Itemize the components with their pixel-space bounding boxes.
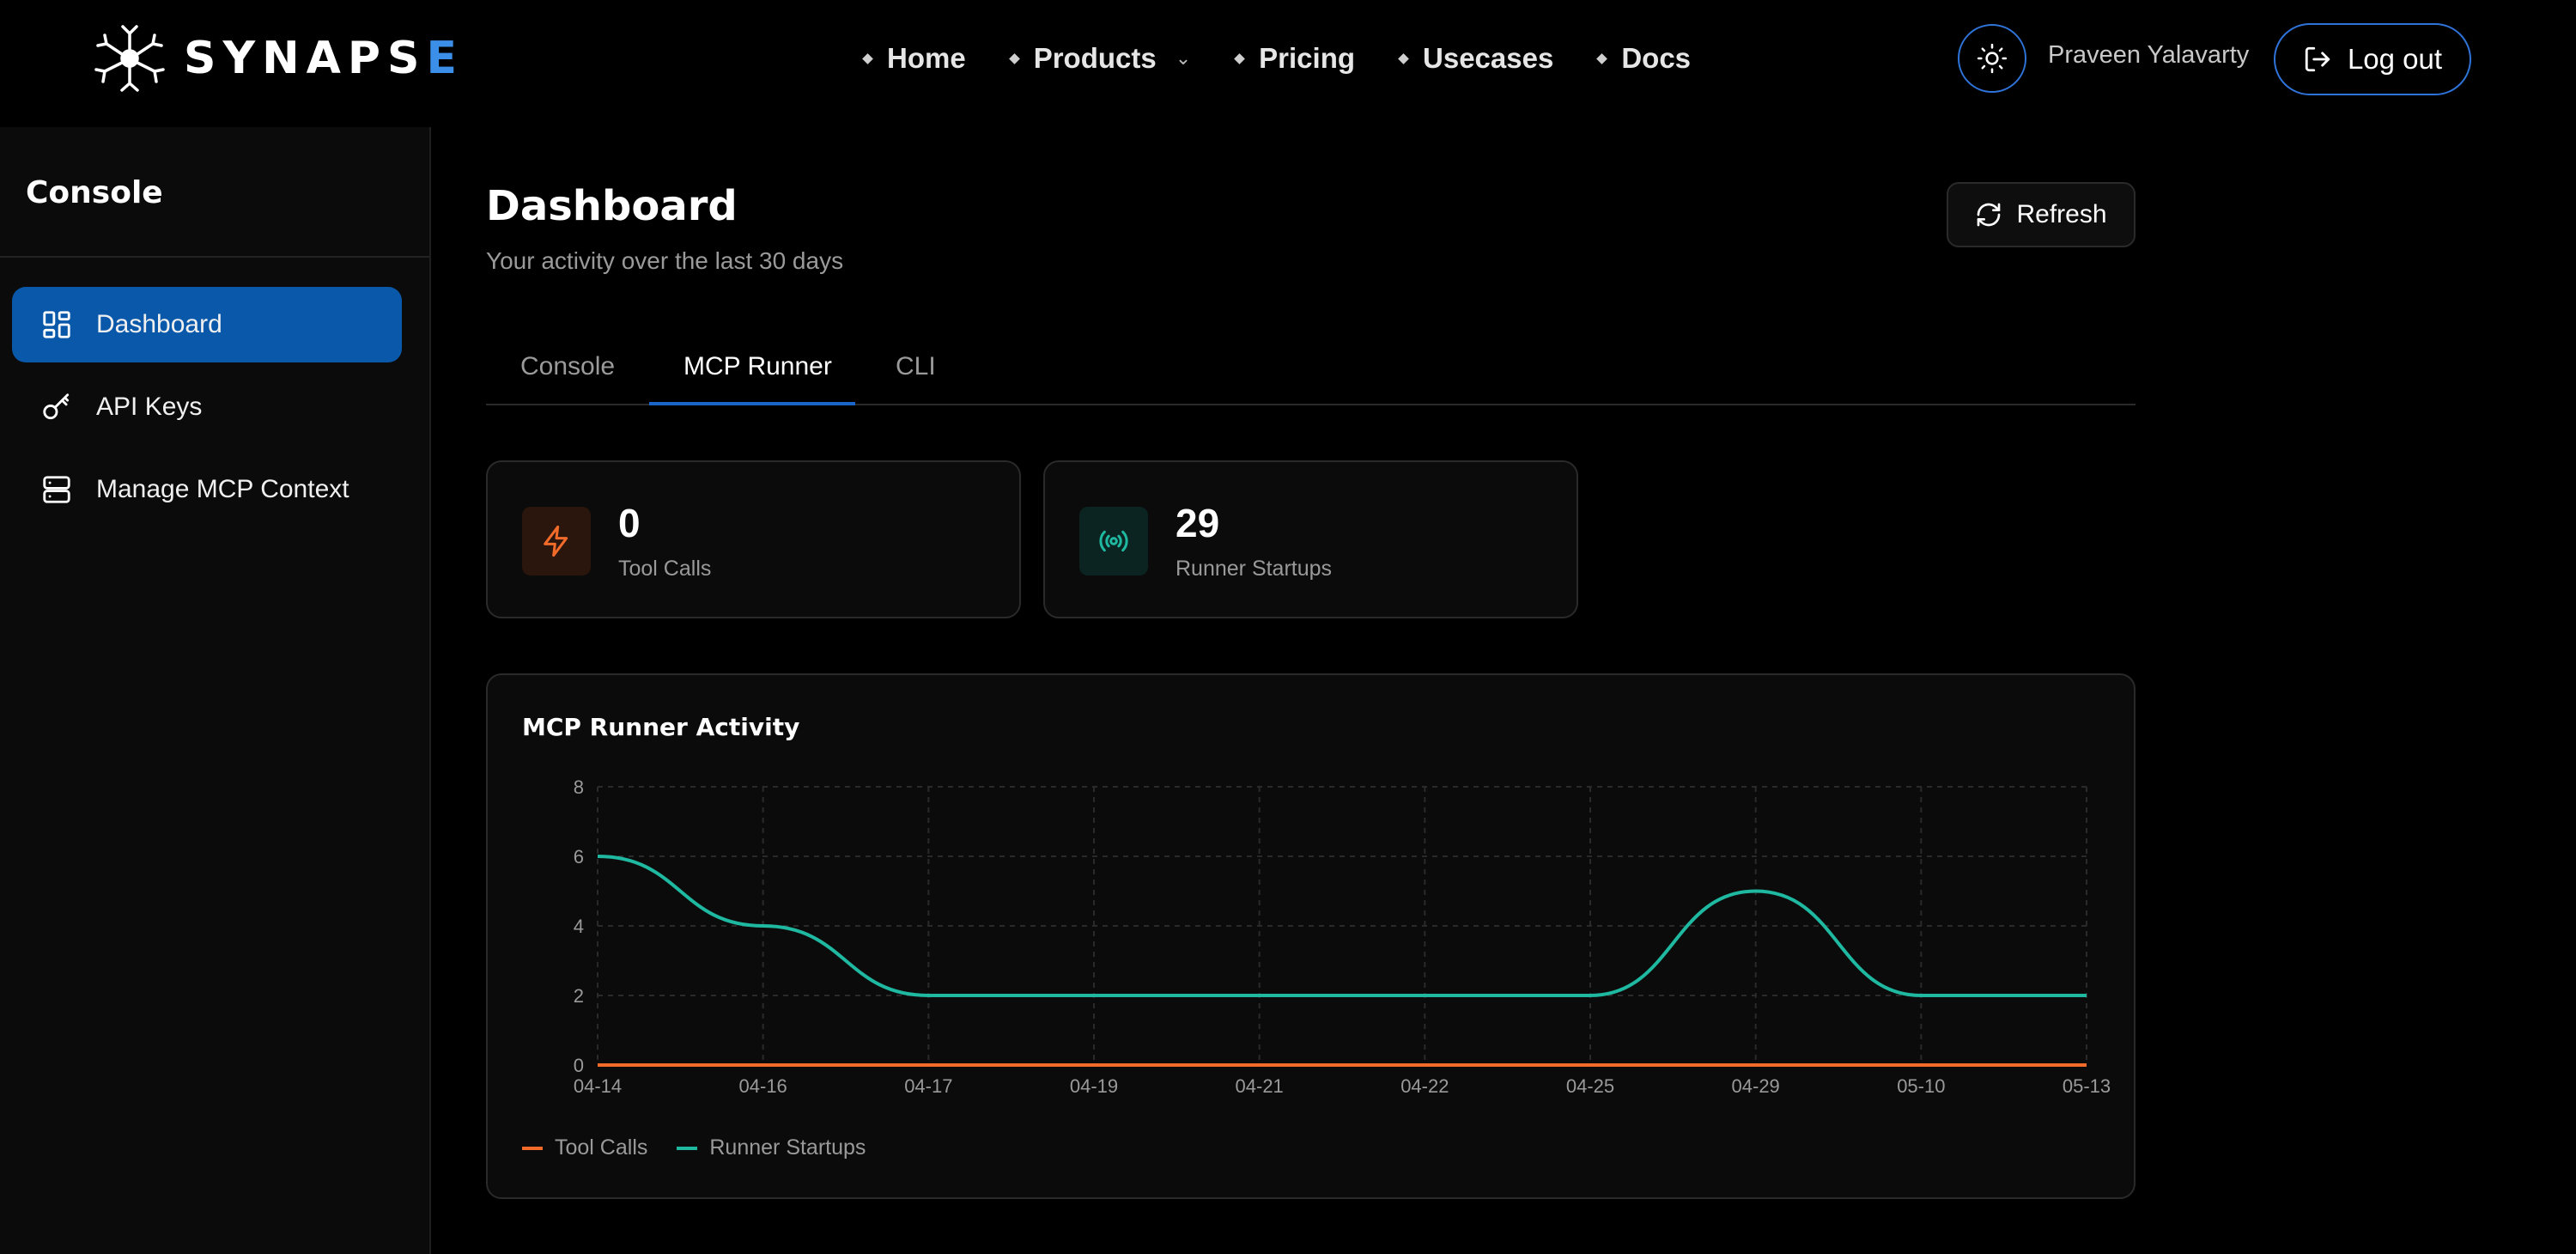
sidebar-title: Console: [26, 175, 163, 210]
main-nav: Home Products ⌄ Pricing Usecases Docs: [862, 33, 1692, 84]
theme-toggle-button[interactable]: [1958, 24, 2026, 93]
nav-bullet-icon: [1398, 52, 1409, 64]
legend-label: Tool Calls: [555, 1135, 648, 1160]
logout-button[interactable]: Log out: [2274, 23, 2471, 95]
nav-bullet-icon: [1596, 52, 1608, 64]
nav-label: Usecases: [1423, 42, 1554, 74]
nav-docs[interactable]: Docs: [1596, 42, 1692, 75]
sidebar-item-api-keys[interactable]: API Keys: [12, 369, 402, 445]
page-subtitle: Your activity over the last 30 days: [486, 247, 844, 274]
x-tick-label: 05-13: [2063, 1075, 2111, 1097]
dashboard-icon: [39, 307, 74, 342]
x-tick-label: 04-21: [1236, 1075, 1284, 1097]
stat-value: 29: [1176, 501, 1220, 545]
page-title: Dashboard: [486, 182, 738, 230]
y-tick-label: 0: [574, 1055, 584, 1076]
x-tick-label: 05-10: [1897, 1075, 1945, 1097]
legend-item-runner-startups[interactable]: Runner Startups: [677, 1135, 866, 1160]
nav-label: Docs: [1621, 42, 1692, 74]
user-name: Praveen Yalavarty: [2048, 41, 2250, 69]
stat-card-runner-startups: 29 Runner Startups: [1043, 460, 1578, 618]
y-tick-label: 2: [574, 985, 584, 1007]
nav-products[interactable]: Products ⌄: [1008, 42, 1192, 75]
sidebar-item-label: API Keys: [96, 393, 203, 421]
refresh-button[interactable]: Refresh: [1947, 182, 2136, 247]
dashboard-tabs: Console MCP Runner CLI: [486, 340, 2136, 405]
nav-bullet-icon: [1008, 52, 1020, 64]
nav-label: Products: [1033, 42, 1157, 74]
x-tick-label: 04-29: [1732, 1075, 1780, 1097]
active-tab-indicator: [649, 402, 855, 405]
brand-logo[interactable]: SYNAPSE: [93, 22, 464, 94]
tab-console[interactable]: Console: [520, 352, 615, 381]
x-tick-label: 04-25: [1566, 1075, 1614, 1097]
x-tick-label: 04-14: [574, 1075, 622, 1097]
sidebar-item-dashboard[interactable]: Dashboard: [12, 287, 402, 362]
x-tick-label: 04-17: [904, 1075, 952, 1097]
chart-card: MCP Runner Activity 0 2 4 6 8 04-14 04-16 04-17…: [486, 673, 2136, 1199]
server-icon: [39, 472, 74, 507]
nav-home[interactable]: Home: [862, 42, 966, 75]
tab-cli[interactable]: CLI: [896, 352, 936, 381]
nav-pricing[interactable]: Pricing: [1234, 42, 1356, 75]
x-tick-label: 04-19: [1070, 1075, 1118, 1097]
stat-label: Runner Startups: [1176, 557, 1333, 581]
refresh-icon: [1978, 203, 2001, 227]
legend-item-tool-calls[interactable]: Tool Calls: [522, 1135, 647, 1160]
broadcast-icon: [1079, 507, 1148, 575]
brand-name: SYNAPSE: [184, 33, 464, 84]
neuron-logo-icon: [94, 25, 165, 92]
sidebar-item-label: Manage MCP Context: [96, 475, 349, 503]
y-tick-label: 8: [574, 776, 584, 798]
sun-icon: [1977, 43, 2008, 74]
y-tick-label: 6: [574, 846, 584, 867]
x-tick-label: 04-22: [1400, 1075, 1449, 1097]
legend-label: Runner Startups: [709, 1135, 866, 1160]
nav-bullet-icon: [1234, 52, 1246, 64]
bolt-icon: [522, 507, 591, 575]
stat-label: Tool Calls: [618, 557, 712, 581]
legend-swatch: [677, 1146, 698, 1150]
top-navbar: SYNAPSE Home Products ⌄ Pricing Usecases …: [0, 0, 2576, 127]
sidebar-item-manage-mcp-context[interactable]: Manage MCP Context: [12, 452, 402, 527]
stat-value: 0: [618, 501, 641, 545]
key-icon: [39, 390, 74, 424]
nav-label: Pricing: [1259, 42, 1356, 74]
logout-label: Log out: [2347, 43, 2443, 75]
line-chart: 0 2 4 6 8 04-14 04-16 04-17 04-19 04-21 04-22 04-25…: [574, 776, 2111, 1097]
chart-legend: Tool Calls Runner Startups: [522, 1135, 866, 1160]
nav-label: Home: [887, 42, 966, 74]
chevron-down-icon: ⌄: [1175, 47, 1192, 69]
logout-icon: [2305, 46, 2330, 72]
stat-card-tool-calls: 0 Tool Calls: [486, 460, 1021, 618]
y-tick-label: 4: [574, 916, 584, 937]
x-tick-label: 04-16: [739, 1075, 787, 1097]
sidebar: Console Dashboard API Keys Manage MCP Co…: [0, 127, 431, 1254]
sidebar-divider: [0, 256, 429, 258]
nav-usecases[interactable]: Usecases: [1398, 42, 1554, 75]
tab-mcp-runner[interactable]: MCP Runner: [683, 352, 832, 381]
refresh-label: Refresh: [2016, 200, 2107, 228]
nav-bullet-icon: [862, 52, 873, 64]
sidebar-item-label: Dashboard: [96, 310, 222, 338]
legend-swatch: [522, 1146, 543, 1150]
